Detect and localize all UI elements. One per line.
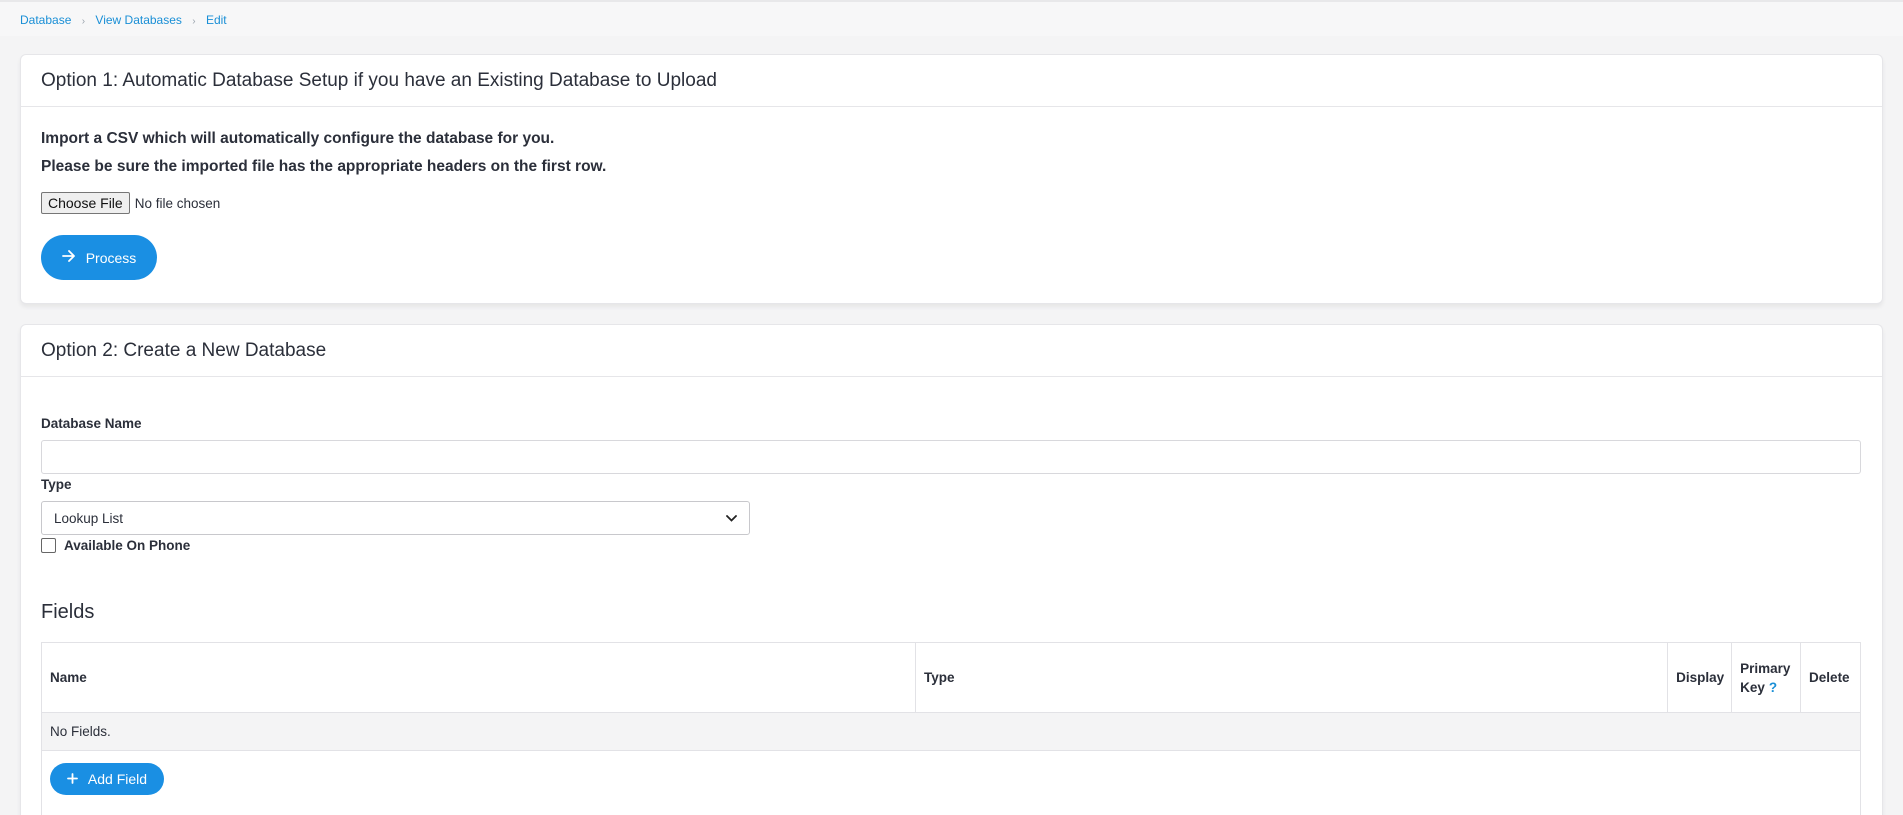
column-name: Name [42,643,916,712]
header-instructions: Please be sure the imported file has the… [41,158,607,175]
add-field-button[interactable]: Add Field [50,763,164,795]
database-name-label: Database Name [41,416,142,431]
database-name-input[interactable] [41,440,1861,474]
column-delete: Delete [1809,670,1850,685]
type-label: Type [41,477,72,492]
breadcrumb-separator: › [81,16,86,27]
choose-file-button[interactable]: Choose File [41,192,130,214]
breadcrumb-database[interactable]: Database [20,13,71,27]
add-field-label: Add Field [87,771,148,787]
chevron-down-icon [726,511,737,525]
option1-title: Option 1: Automatic Database Setup if yo… [41,69,717,91]
primary-key-label-line2: Key [1740,679,1765,695]
fields-title: Fields [41,601,95,623]
available-on-phone-row: Available On Phone [41,538,190,553]
breadcrumb-view-databases[interactable]: View Databases [95,13,182,27]
column-display: Display [1668,643,1733,712]
column-primary-key: Primary Key? [1732,643,1802,712]
breadcrumb-separator: › [192,16,196,27]
option2-header: Option 2: Create a New Database [21,325,1882,377]
top-bar: Database › View Databases › Edit [0,0,1903,36]
file-status: No file chosen [134,195,221,211]
available-on-phone-checkbox[interactable] [41,538,56,553]
type-select[interactable]: Lookup List [41,501,750,535]
primary-key-help-icon[interactable]: ? [1769,680,1777,695]
fields-table: Name Type Display Primary Key? Delete No… [41,642,1861,815]
empty-fields-text: No Fields. [50,724,111,739]
option2-card: Option 2: Create a New Database Database… [20,324,1883,815]
fields-table-header: Name Type Display Primary Key? Delete [42,643,1860,713]
breadcrumb: Database › View Databases › Edit [20,13,227,27]
option1-card: Option 1: Automatic Database Setup if yo… [20,54,1883,304]
column-type: Type [916,643,1669,712]
empty-fields-row: No Fields. [42,713,1860,751]
primary-key-label-line1: Primary [1740,660,1791,676]
process-label: Process [85,249,137,266]
process-button[interactable]: Process [41,235,157,280]
breadcrumb-edit[interactable]: Edit [206,13,227,27]
type-selected-value: Lookup List [54,510,124,526]
available-on-phone-label: Available On Phone [64,538,191,553]
file-input: Choose File No file chosen [41,192,220,214]
arrow-right-icon [61,249,76,266]
import-instructions: Import a CSV which will automatically co… [41,130,555,147]
plus-icon [67,771,78,788]
option2-title: Option 2: Create a New Database [41,339,327,361]
option1-header: Option 1: Automatic Database Setup if yo… [21,55,1882,107]
